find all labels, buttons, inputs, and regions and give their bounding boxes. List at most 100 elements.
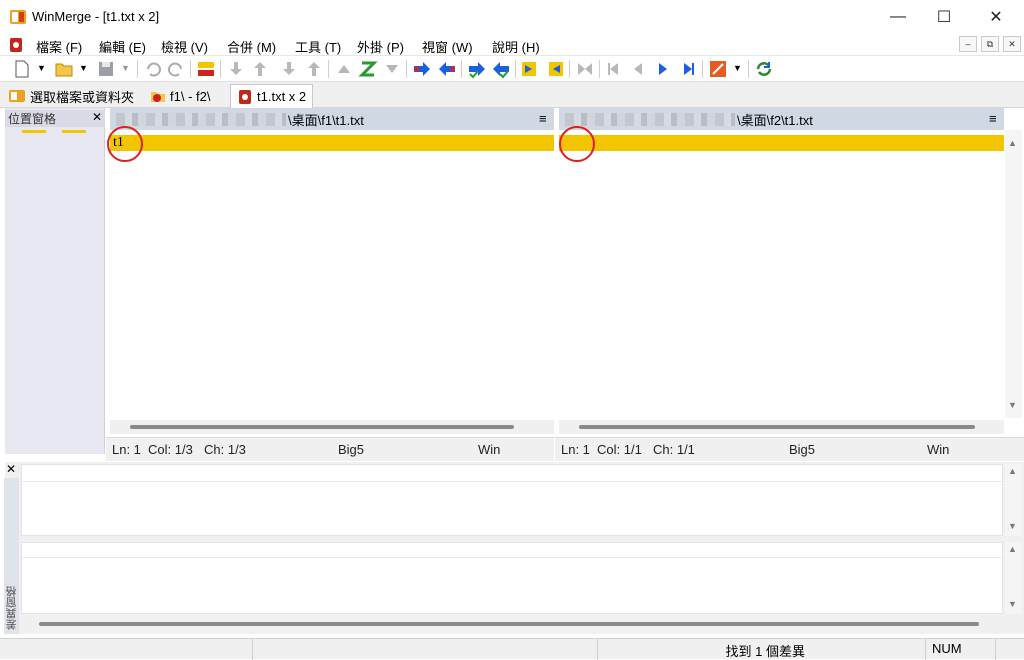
status-num-lock: NUM [925, 639, 995, 660]
open-icon [9, 90, 25, 102]
chevron-down-icon[interactable]: ▼ [37, 63, 46, 73]
left-pane-menu-icon[interactable]: ≡ [539, 111, 547, 126]
scrollbar-thumb[interactable] [579, 425, 975, 429]
tab-file-compare[interactable]: t1.txt x 2 [230, 84, 314, 108]
maximize-button[interactable]: ☐ [921, 0, 967, 34]
new-file-icon[interactable] [12, 59, 32, 79]
document-icon [10, 38, 22, 52]
current-diff-icon[interactable] [358, 59, 378, 79]
left-editor[interactable]: t1 [110, 130, 554, 418]
mdi-close-button[interactable]: ✕ [1003, 36, 1021, 52]
annotation-circle [559, 126, 595, 162]
scroll-down-icon[interactable]: ▼ [1008, 521, 1017, 531]
tab-label: t1.txt x 2 [257, 89, 307, 104]
left-status-bar: Ln: 1 Col: 1/3 Ch: 1/3 Big5 Win [106, 437, 554, 461]
copy-right-advance-icon[interactable] [467, 59, 487, 79]
mdi-restore-button[interactable]: ⧉ [981, 36, 999, 52]
last-diff-icon[interactable] [279, 59, 299, 79]
scrollbar-thumb[interactable] [130, 425, 514, 429]
close-button[interactable]: ✕ [973, 0, 1019, 34]
menu-file[interactable]: 檔案 (F) [36, 37, 82, 56]
diff-options-icon[interactable] [196, 59, 216, 79]
diff-detail-left[interactable] [21, 464, 1003, 536]
tab-bar: 選取檔案或資料夾 f1\ - f2\ t1.txt x 2 [0, 82, 1024, 108]
vertical-scrollbar[interactable]: ▲ ▼ [1005, 130, 1022, 418]
menu-edit[interactable]: 編輯 (E) [99, 37, 146, 56]
minimize-button[interactable]: — [875, 0, 921, 34]
num-lock-label: NUM [932, 641, 962, 656]
copy-left-advance-icon[interactable] [491, 59, 511, 79]
scroll-up-icon[interactable]: ▲ [1008, 466, 1017, 476]
menu-plugins[interactable]: 外掛 (P) [357, 37, 404, 56]
separator [569, 60, 570, 78]
scroll-up-icon[interactable]: ▲ [1008, 544, 1017, 554]
separator [406, 60, 407, 78]
scroll-down-icon[interactable]: ▼ [1008, 599, 1017, 609]
menu-window[interactable]: 視窗 (W) [422, 37, 473, 56]
location-pane-close-icon[interactable]: ✕ [92, 110, 102, 124]
location-diff-marker [62, 130, 86, 133]
next-file-icon[interactable] [653, 59, 673, 79]
first-diff-icon[interactable] [304, 59, 324, 79]
copy-all-left-icon[interactable] [545, 59, 565, 79]
left-pane-header: \桌面\f1\t1.txt [110, 108, 554, 130]
first-file-icon[interactable] [604, 59, 624, 79]
location-diff-marker [22, 130, 46, 133]
scrollbar-thumb[interactable] [39, 622, 979, 626]
scroll-down-icon[interactable]: ▼ [1008, 400, 1017, 410]
next-conflict-icon[interactable] [382, 59, 402, 79]
diff-detail-right[interactable] [21, 542, 1003, 614]
undo-icon[interactable] [143, 59, 163, 79]
refresh-icon[interactable] [754, 59, 774, 79]
tab-open-files[interactable]: 選取檔案或資料夾 [2, 84, 140, 108]
left-status-eol: Win [478, 442, 501, 457]
left-status-ln: Ln: 1 [112, 442, 141, 457]
next-diff-icon[interactable] [226, 59, 246, 79]
menu-help[interactable]: 說明 (H) [492, 37, 540, 56]
separator [748, 60, 749, 78]
merge-icon[interactable] [575, 59, 595, 79]
menu-tools[interactable]: 工具 (T) [295, 37, 341, 56]
right-horizontal-scrollbar[interactable] [559, 420, 1004, 434]
prev-conflict-icon[interactable] [334, 59, 354, 79]
status-section [252, 639, 597, 660]
right-status-eol: Win [927, 442, 950, 457]
redo-icon[interactable] [166, 59, 186, 79]
left-horizontal-scrollbar[interactable] [110, 420, 554, 434]
diff-detail-scrollbar[interactable]: ▲ ▼ [1005, 542, 1022, 614]
chevron-down-icon[interactable]: ▼ [79, 63, 88, 73]
prev-file-icon[interactable] [628, 59, 648, 79]
right-line-1[interactable] [559, 135, 1004, 151]
menu-view[interactable]: 檢視 (V) [161, 37, 208, 56]
diff-detail-scrollbar[interactable]: ▲ ▼ [1005, 464, 1022, 536]
last-file-icon[interactable] [678, 59, 698, 79]
close-icon: ✕ [989, 9, 1003, 26]
chevron-down-icon[interactable]: ▼ [121, 63, 130, 73]
open-folder-icon[interactable] [54, 59, 74, 79]
copy-left-icon[interactable] [437, 59, 457, 79]
diff-count-label: 找到 1 個差異 [725, 644, 805, 659]
left-status-col: Col: 1/3 [148, 442, 193, 457]
copy-right-icon[interactable] [412, 59, 432, 79]
menu-merge[interactable]: 合併 (M) [227, 37, 276, 56]
diff-pane-close-icon[interactable]: ✕ [6, 462, 16, 476]
mdi-minimize-button[interactable]: – [959, 36, 977, 52]
left-line-1[interactable]: t1 [110, 135, 554, 151]
tab-label: f1\ - f2\ [170, 88, 211, 104]
title-bar: WinMerge - [t1.txt x 2] — ☐ ✕ [0, 0, 1024, 34]
edit-options-icon[interactable] [708, 59, 728, 79]
right-editor[interactable] [559, 130, 1004, 418]
scroll-up-icon[interactable]: ▲ [1008, 138, 1017, 148]
diff-detail-horizontal-scrollbar[interactable] [21, 617, 1003, 631]
tab-folder-compare[interactable]: f1\ - f2\ [144, 84, 216, 108]
status-diff-count: 找到 1 個差異 [597, 639, 925, 660]
winmerge-logo-icon [10, 10, 26, 24]
status-section [995, 639, 1024, 660]
diff-pane-title: 差異窗格 [4, 478, 19, 634]
save-icon[interactable] [96, 59, 116, 79]
right-pane-menu-icon[interactable]: ≡ [989, 111, 997, 126]
copy-all-right-icon[interactable] [520, 59, 540, 79]
location-pane-title: 位置窗格 [8, 112, 57, 126]
prev-diff-icon[interactable] [250, 59, 270, 79]
chevron-down-icon[interactable]: ▼ [733, 63, 742, 73]
